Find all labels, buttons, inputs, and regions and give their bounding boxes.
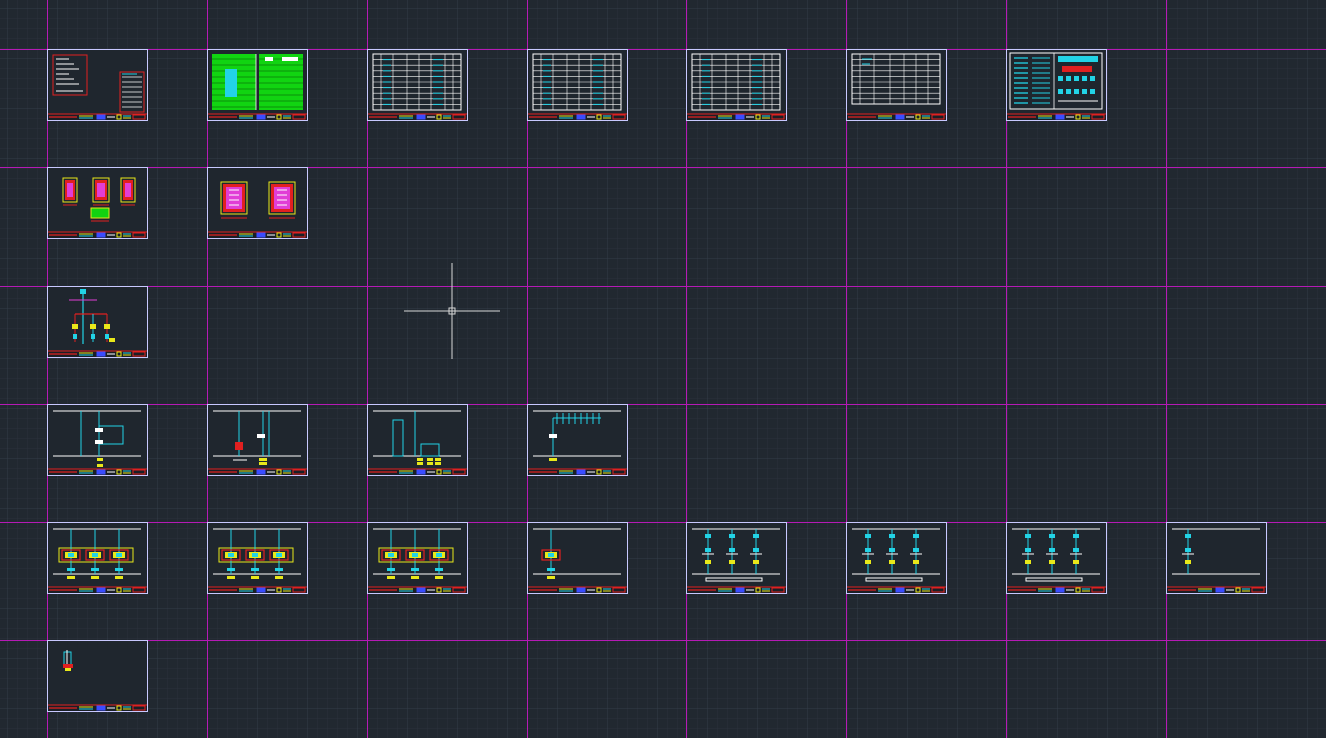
drawing-sheet-single-line-a[interactable] (47, 404, 148, 476)
drawing-sheet-table[interactable] (367, 49, 468, 121)
drawing-sheet-feeder-plain[interactable] (846, 522, 947, 594)
drawing-sheet-cover[interactable] (47, 49, 148, 121)
drawing-sheet-table[interactable] (686, 49, 787, 121)
major-grid (0, 0, 1326, 738)
model-space-canvas[interactable] (0, 0, 1326, 738)
drawing-sheet-feeder-plain[interactable] (1166, 522, 1267, 594)
drawing-sheet-feeder-boxes[interactable] (367, 522, 468, 594)
drawing-sheet-single-line-c[interactable] (367, 404, 468, 476)
drawing-sheet-feeder-boxes[interactable] (527, 522, 628, 594)
drawing-sheet-table-white[interactable] (846, 49, 947, 121)
drawing-sheet-legend[interactable] (1006, 49, 1107, 121)
drawing-sheet-feeder-boxes[interactable] (207, 522, 308, 594)
drawing-sheet-green-table[interactable] (207, 49, 308, 121)
drawing-sheet-feeder-boxes[interactable] (47, 522, 148, 594)
drawing-sheet-feeder-plain[interactable] (1006, 522, 1107, 594)
drawing-sheet-small-detail[interactable] (47, 640, 148, 712)
drawing-sheet-table[interactable] (527, 49, 628, 121)
drawing-sheet-feeder-plain[interactable] (686, 522, 787, 594)
drawing-sheet-single-line-d[interactable] (527, 404, 628, 476)
drawing-sheet-single-line-b[interactable] (207, 404, 308, 476)
drawing-sheet-panels-4[interactable] (47, 167, 148, 239)
drawing-sheet-panels-2[interactable] (207, 167, 308, 239)
drawing-sheet-riser[interactable] (47, 286, 148, 358)
